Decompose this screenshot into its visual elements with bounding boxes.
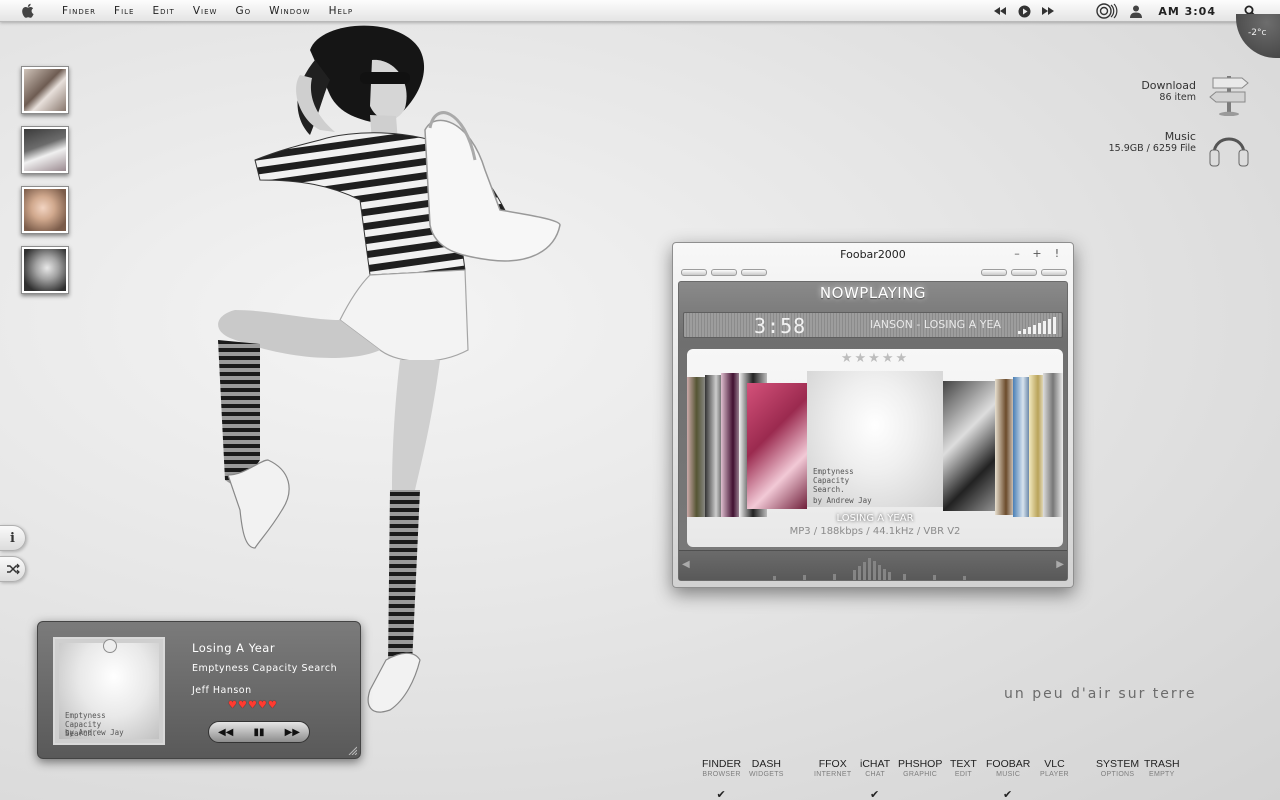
heart-icon[interactable]: ♥	[258, 701, 267, 711]
cover-stack-left[interactable]	[687, 371, 807, 517]
toolbar-button-3[interactable]	[741, 269, 767, 276]
play-icon[interactable]	[1016, 3, 1032, 19]
desktop-photo-1[interactable]	[21, 66, 69, 114]
foobar-toolbar	[679, 267, 1067, 279]
apple-icon[interactable]	[18, 2, 36, 20]
coverflow-panel[interactable]: ★★★★★ Emptyness Capacity Search. by Andr…	[687, 349, 1063, 547]
dock-item-ffox[interactable]: FFOX INTERNET	[814, 758, 851, 778]
mini-rating-hearts[interactable]: ♥ ♥ ♥ ♥ ♥	[228, 701, 277, 711]
checkmark-icon: ✔	[1003, 788, 1013, 800]
cover-art-author: by Andrew Jay	[813, 496, 872, 505]
fast-forward-button[interactable]: ▶▶	[281, 727, 303, 738]
signpost-icon[interactable]	[1208, 72, 1250, 116]
heart-icon[interactable]: ♥	[268, 701, 277, 711]
menu-window[interactable]: Window	[269, 5, 311, 17]
scrolling-track-title: IANSON - LOSING A YEAR	[870, 318, 1002, 331]
menu-bar: Finder File Edit View Go Window Help AM …	[0, 0, 1280, 22]
maximize-button[interactable]: +	[1031, 247, 1043, 260]
volume-meter[interactable]	[1018, 317, 1056, 334]
headphones-icon[interactable]	[1208, 126, 1250, 170]
download-folder-info: Download 86 item	[1141, 80, 1196, 104]
close-button[interactable]: !	[1051, 247, 1063, 260]
next-track-icon[interactable]	[1040, 3, 1056, 19]
menu-help[interactable]: Help	[329, 5, 353, 17]
menu-edit[interactable]: Edit	[152, 5, 174, 17]
toolbar-button-5[interactable]	[1011, 269, 1037, 276]
dock-item-ichat[interactable]: iCHAT CHAT	[860, 758, 890, 778]
scroll-left-arrow[interactable]: ◀	[682, 559, 690, 570]
foobar-body: NOWPLAYING 3:58 IANSON - LOSING A YEAR ★…	[678, 281, 1068, 581]
foobar-window: Foobar2000 – + ! NOWPLAYING 3:58 IANSON …	[672, 242, 1074, 588]
desktop-photo-4[interactable]	[21, 246, 69, 294]
heart-icon[interactable]: ♥	[238, 701, 247, 711]
shuffle-tab[interactable]	[0, 556, 26, 582]
music-size: 15.9GB / 6259 File	[1108, 143, 1196, 154]
current-track-title: LOSING A YEAR	[836, 513, 914, 524]
mini-player-widget: Emptyness Capacity Search. by Andrew Jay…	[37, 621, 361, 759]
dock-item-text[interactable]: TEXT EDIT	[950, 758, 977, 778]
menu-finder[interactable]: Finder	[62, 5, 96, 17]
toolbar-button-2[interactable]	[711, 269, 737, 276]
previous-track-icon[interactable]	[992, 3, 1008, 19]
mini-track-title: Losing A Year	[192, 641, 276, 655]
music-folder-info: Music 15.9GB / 6259 File	[1109, 131, 1196, 155]
wifi-icon[interactable]	[1096, 3, 1120, 19]
desktop-photo-2[interactable]	[21, 126, 69, 174]
mini-album-name: Emptyness Capacity Search	[192, 663, 338, 674]
heart-icon[interactable]: ♥	[228, 701, 237, 711]
music-title: Music	[1164, 130, 1196, 143]
toolbar-button-1[interactable]	[681, 269, 707, 276]
playback-time: 3:58	[754, 314, 807, 338]
temperature-text: -2°c	[1248, 28, 1267, 38]
rating-stars[interactable]: ★★★★★	[687, 351, 1063, 366]
resize-grip-icon[interactable]	[347, 745, 357, 755]
dock-item-finder[interactable]: FINDER BROWSER	[702, 758, 741, 778]
rewind-button[interactable]: ◀◀	[215, 727, 237, 738]
minimize-button[interactable]: –	[1011, 247, 1023, 260]
nowplaying-header: NOWPLAYING	[819, 284, 927, 302]
info-tab[interactable]: i	[0, 525, 26, 551]
dock-item-dash[interactable]: DASH WIDGETS	[749, 758, 784, 778]
checkmark-icon: ✔	[870, 788, 880, 800]
desktop-tagline: un peu d'air sur terre	[1004, 686, 1197, 702]
dock-item-phshop[interactable]: PHSHOP GRAPHIC	[898, 758, 942, 778]
dock-item-trash[interactable]: TRASH EMPTY	[1144, 758, 1180, 778]
info-icon: i	[10, 530, 15, 546]
cover-stack-right[interactable]	[943, 371, 1063, 517]
mini-album-art[interactable]: Emptyness Capacity Search. by Andrew Jay	[53, 637, 165, 745]
spectrum-visualizer: ◀ ▶	[679, 550, 1067, 580]
menu-view[interactable]: View	[193, 5, 218, 17]
scroll-right-arrow[interactable]: ▶	[1056, 559, 1064, 570]
menu-file[interactable]: File	[114, 5, 134, 17]
checkmark-icon: ✔	[716, 788, 726, 800]
cd-icon	[103, 639, 117, 653]
shuffle-icon	[6, 563, 20, 575]
toolbar-button-4[interactable]	[981, 269, 1007, 276]
dock-item-vlc[interactable]: VLC PLAYER	[1040, 758, 1069, 778]
pause-button[interactable]: ▮▮	[248, 727, 270, 738]
mini-transport-controls: ◀◀ ▮▮ ▶▶	[208, 721, 310, 743]
album-cover-main[interactable]: Emptyness Capacity Search. by Andrew Jay	[807, 371, 943, 507]
weather-badge: -2°c	[1236, 14, 1280, 58]
heart-icon[interactable]: ♥	[248, 701, 257, 711]
mini-artist-name: Jeff Hanson	[192, 685, 252, 696]
menu-go[interactable]: Go	[235, 5, 251, 17]
dock-item-foobar[interactable]: FOOBAR MUSIC	[986, 758, 1030, 778]
lcd-display: 3:58 IANSON - LOSING A YEAR	[683, 312, 1063, 338]
download-count: 86 item	[1159, 92, 1196, 103]
foobar-titlebar[interactable]: Foobar2000 – + !	[673, 243, 1073, 267]
desktop-photo-3[interactable]	[21, 186, 69, 234]
audio-format-info: MP3 / 188kbps / 44.1kHz / VBR V2	[789, 526, 961, 537]
download-title: Download	[1141, 79, 1196, 92]
spectrum-bars	[773, 558, 966, 580]
menubar-clock[interactable]: AM 3:04	[1158, 5, 1216, 18]
cover-art-text: Emptyness Capacity Search.	[813, 467, 854, 494]
toolbar-button-6[interactable]	[1041, 269, 1067, 276]
menu-extras: AM 3:04	[988, 0, 1258, 22]
dock-item-system[interactable]: SYSTEM OPTIONS	[1096, 758, 1139, 778]
mini-cover-author: by Andrew Jay	[65, 728, 124, 737]
user-icon[interactable]	[1128, 3, 1144, 19]
